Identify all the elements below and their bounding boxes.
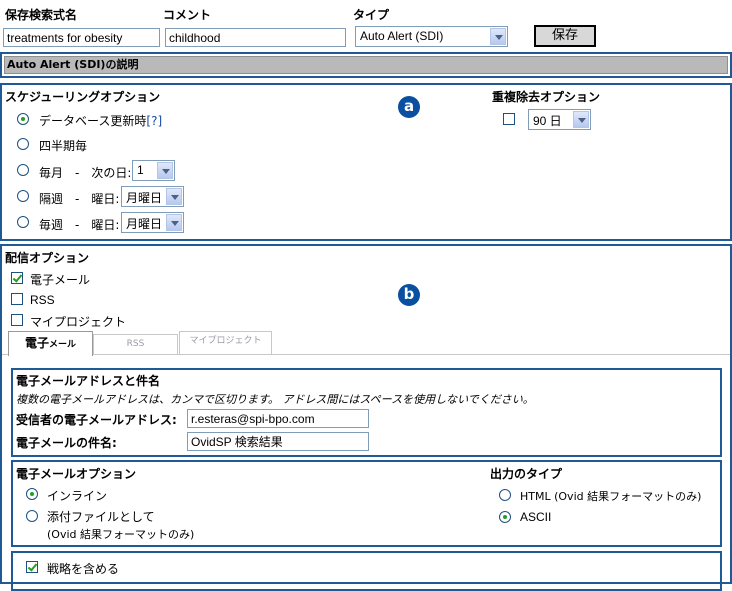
dedup-checkbox[interactable] [503,113,515,125]
radio-weekly[interactable] [17,216,29,228]
callout-marker-a: a [398,96,420,118]
type-select-value: Auto Alert (SDI) [360,29,444,43]
attachment-note: (Ovid 結果フォーマットのみ) [47,528,195,541]
monthly-day-select[interactable]: 1 [132,160,175,181]
type-label: タイプ [353,8,390,22]
callout-marker-b: b [398,284,420,306]
description-bar[interactable]: Auto Alert (SDI)の説明 [4,56,728,74]
inline-label: インライン [47,489,108,503]
weekly-label: 毎週 - 曜日: [39,218,120,232]
weekly-day-select[interactable]: 月曜日 [121,212,184,233]
help-link[interactable]: [?] [146,114,162,128]
dedup-days-select[interactable]: 90 日 [528,109,591,130]
include-strategy-checkbox[interactable] [26,561,38,573]
email-checkbox[interactable] [11,272,23,284]
tab-email-label-small: メール [49,340,77,350]
dedup-title: 重複除去オプション [492,90,601,104]
monthly-day-value: 1 [137,163,144,177]
radio-biweekly[interactable] [17,190,29,202]
radio-inline[interactable] [26,488,38,500]
subject-input[interactable]: OvidSP 検索結果 [187,432,369,451]
tab-email-label: 電子 [24,336,49,350]
output-type-title: 出力のタイプ [490,467,563,481]
quarterly-label: 四半期毎 [39,139,88,153]
radio-monthly[interactable] [17,164,29,176]
ascii-label: ASCII [520,510,552,524]
tab-email[interactable]: 電子メール [8,331,93,356]
weekly-day-value: 月曜日 [126,217,163,231]
delivery-title: 配信オプション [5,251,90,265]
tab-my-project[interactable]: マイプロジェクト [179,331,272,354]
db-update-label: データベース更新時[?] [39,112,162,129]
rss-checkbox-label: RSS [30,293,55,307]
monthly-label: 毎月 - 次の日: [39,166,132,180]
email-options-title: 電子メールオプション [16,467,137,481]
chevron-down-icon [166,214,182,231]
radio-db-update[interactable] [17,113,29,125]
tab-rss[interactable]: RSS [93,334,178,354]
tab-bar-line [2,354,730,355]
email-checkbox-label: 電子メール [30,273,91,287]
saved-search-name-input[interactable]: treatments for obesity [3,28,160,47]
comment-label: コメント [163,8,212,22]
recipient-label: 受信者の電子メールアドレス: [16,413,177,427]
radio-quarterly[interactable] [17,138,29,150]
my-project-checkbox[interactable] [11,314,23,326]
save-button[interactable]: 保存 [534,25,596,47]
radio-html[interactable] [499,489,511,501]
saved-search-name-label: 保存検索式名 [5,8,78,22]
dedup-days-value: 90 日 [533,114,562,128]
schedule-title: スケジューリングオプション [5,90,161,104]
address-note: 複数の電子メールアドレスは、カンマで区切ります。 アドレス間にはスペースを使用し… [16,393,534,406]
chevron-down-icon [573,111,589,128]
include-strategy-label: 戦略を含める [47,562,120,576]
subject-label: 電子メールの件名: [16,436,117,450]
db-update-text: データベース更新時 [39,114,147,128]
comment-input[interactable]: childhood [165,28,346,47]
type-select[interactable]: Auto Alert (SDI) [355,26,508,47]
attachment-label: 添付ファイルとして [47,510,155,524]
radio-attachment[interactable] [26,510,38,522]
chevron-down-icon [490,28,506,45]
chevron-down-icon [157,162,173,179]
description-panel: Auto Alert (SDI)の説明 [0,52,732,78]
rss-checkbox[interactable] [11,293,23,305]
recipient-email-input[interactable]: r.esteras@spi-bpo.com [187,409,369,428]
my-project-checkbox-label: マイプロジェクト [30,315,127,329]
biweekly-day-value: 月曜日 [126,191,163,205]
radio-ascii[interactable] [499,511,511,523]
chevron-down-icon [166,188,182,205]
html-label: HTML (Ovid 結果フォーマットのみ) [520,490,702,503]
address-title: 電子メールアドレスと件名 [16,374,161,388]
biweekly-label: 隔週 - 曜日: [39,192,120,206]
biweekly-day-select[interactable]: 月曜日 [121,186,184,207]
